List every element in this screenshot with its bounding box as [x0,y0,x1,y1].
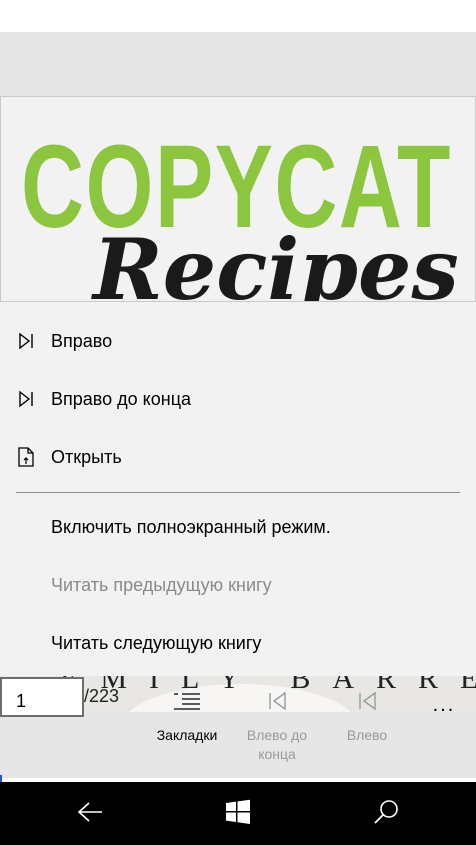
menu-item-label: Вправо [51,330,113,351]
menu-item-right[interactable]: Вправо [0,312,476,370]
skip-end-icon [16,389,36,409]
menu-divider [16,492,460,493]
menu-item-previous-book: Читать предыдущую книгу [0,556,476,614]
menu-item-open[interactable]: Открыть [0,428,476,486]
cover-subtitle: Recipes [93,220,459,302]
skip-start-icon [232,690,322,712]
bookmarks-list-icon [142,690,232,712]
menu-item-label: Вправо до конца [51,388,192,409]
search-button[interactable] [366,794,406,834]
accent-marker [0,775,2,782]
skip-left-icon [322,690,412,712]
bookmarks-label: Закладки [156,727,218,743]
windows-start-icon [225,799,251,830]
title-bar [0,32,476,96]
back-arrow-icon [76,800,104,829]
left-to-start-button: Влево до конца [232,690,322,764]
context-menu: Вправо Вправо до конца Открыть Включить … [0,302,476,676]
menu-item-label: Читать следующую книгу [51,632,262,653]
skip-right-icon [16,331,36,351]
page-total: /223 [84,686,120,706]
status-bar [0,0,476,32]
book-cover[interactable]: COPYCAT Recipes [0,96,476,302]
search-icon [372,798,400,831]
left-label: Влево [346,727,388,743]
menu-item-right-to-end[interactable]: Вправо до конца [0,370,476,428]
app-root: COPYCAT Recipes EMILY BARREL Вправо Впра… [0,0,476,845]
left-button: Влево [322,690,412,745]
left-to-start-label: Влево до конца [246,727,308,762]
menu-item-next-book[interactable]: Читать следующую книгу [0,614,476,672]
page-number-input[interactable] [0,677,84,717]
back-button[interactable] [70,794,110,834]
menu-item-label: Читать предыдущую книгу [51,574,272,595]
more-options-button[interactable]: ... [424,694,464,718]
start-button[interactable] [218,794,258,834]
menu-item-fullscreen[interactable]: Включить полноэкранный режим. [0,498,476,556]
menu-item-label: Открыть [51,446,122,467]
menu-item-label: Включить полноэкранный режим. [51,516,331,537]
open-file-icon [16,447,36,467]
system-nav-bar [0,782,476,845]
bookmarks-button[interactable]: Закладки [142,690,232,745]
